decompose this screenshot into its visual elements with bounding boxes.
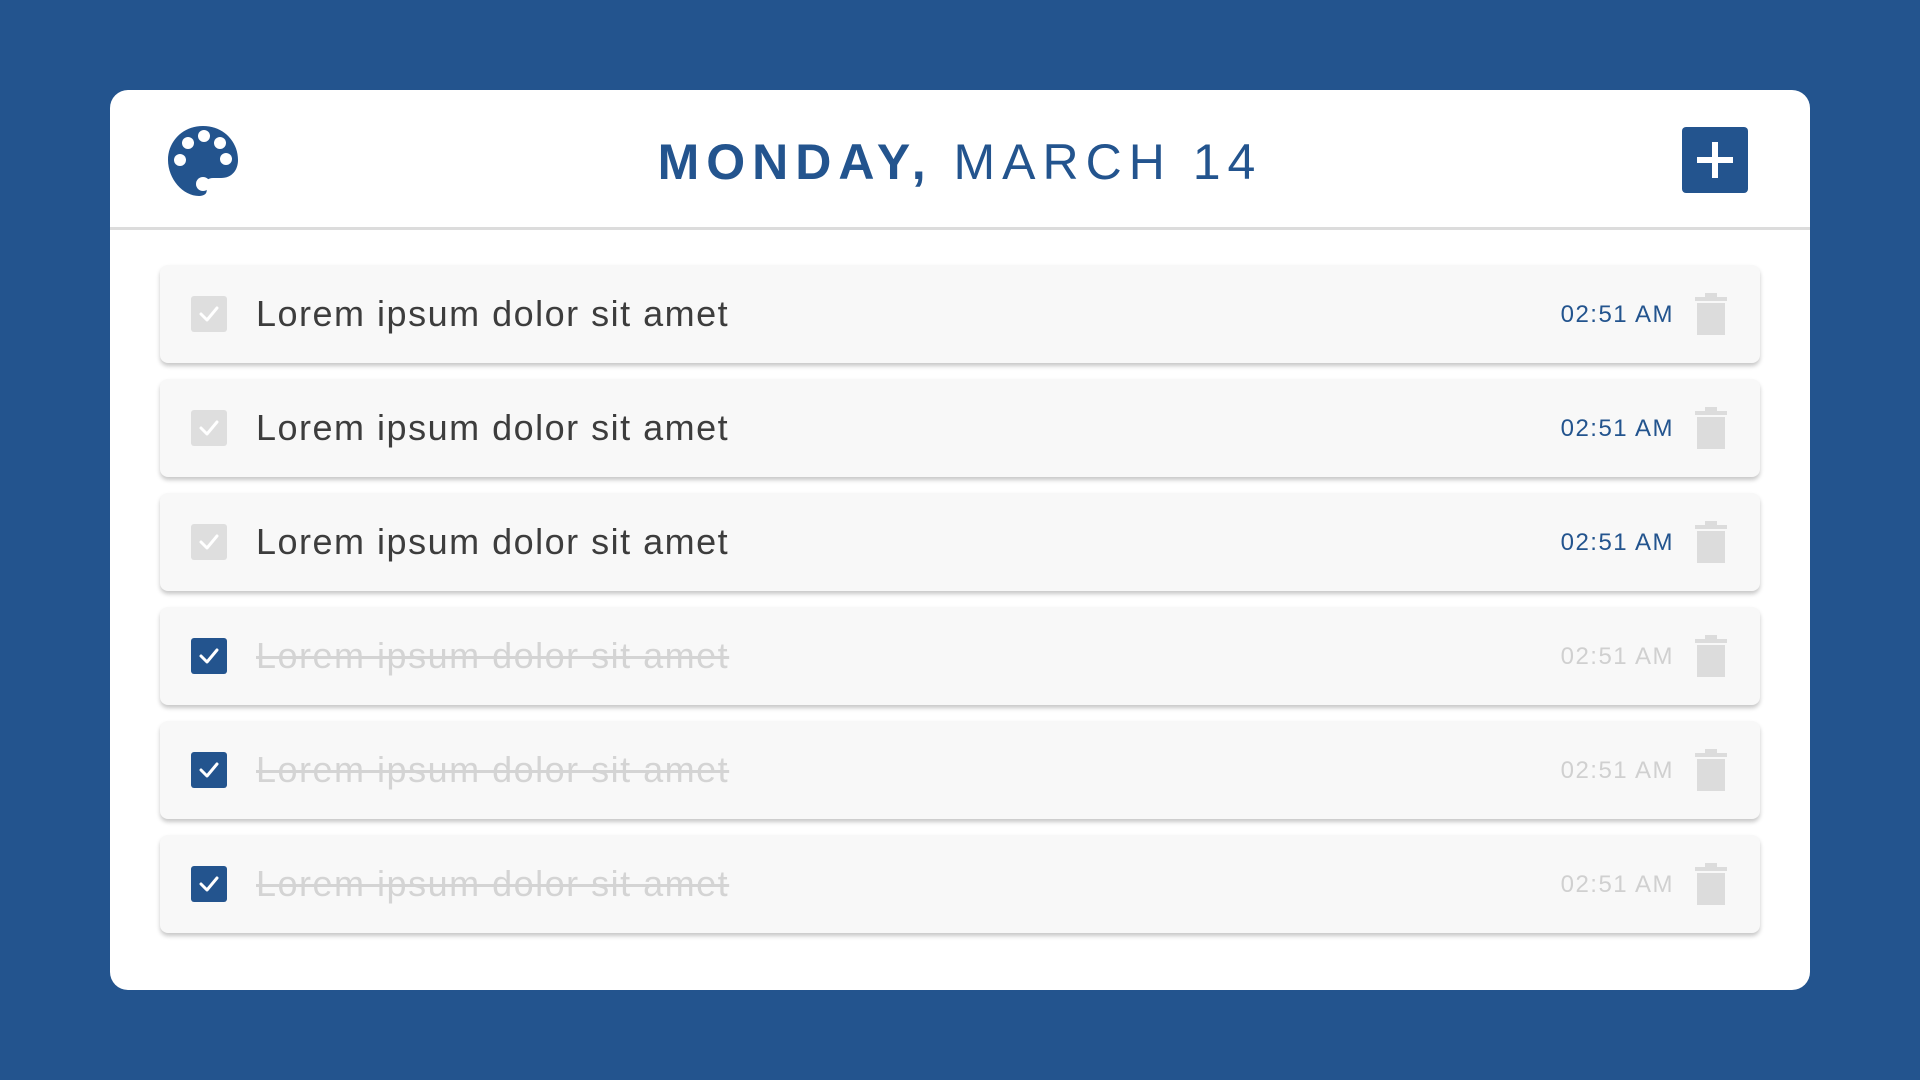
trash-icon[interactable] bbox=[1694, 407, 1728, 449]
task-checkbox[interactable] bbox=[191, 296, 227, 332]
task-text: Lorem ipsum dolor sit amet bbox=[256, 863, 730, 904]
task-time: 02:51 AM bbox=[1560, 301, 1674, 328]
title-date: MARCH 14 bbox=[953, 134, 1263, 190]
checkmark-icon bbox=[199, 762, 219, 778]
task-checkbox[interactable] bbox=[191, 410, 227, 446]
task-checkbox[interactable] bbox=[191, 638, 227, 674]
task-row[interactable]: Lorem ipsum dolor sit amet 02:51 AM bbox=[160, 379, 1760, 477]
plus-icon bbox=[1697, 142, 1733, 178]
task-text: Lorem ipsum dolor sit amet bbox=[256, 293, 730, 334]
task-checkbox[interactable] bbox=[191, 752, 227, 788]
task-checkbox[interactable] bbox=[191, 866, 227, 902]
trash-icon[interactable] bbox=[1694, 293, 1728, 335]
checkmark-icon bbox=[199, 420, 219, 436]
task-text: Lorem ipsum dolor sit amet bbox=[256, 749, 730, 790]
task-row[interactable]: Lorem ipsum dolor sit amet 02:51 AM bbox=[160, 493, 1760, 591]
trash-icon[interactable] bbox=[1694, 749, 1728, 791]
task-time: 02:51 AM bbox=[1560, 643, 1674, 670]
task-time: 02:51 AM bbox=[1560, 757, 1674, 784]
task-time: 02:51 AM bbox=[1560, 871, 1674, 898]
checkmark-icon bbox=[199, 534, 219, 550]
title-day: MONDAY, bbox=[657, 134, 933, 190]
checkmark-icon bbox=[199, 648, 219, 664]
task-list: Lorem ipsum dolor sit amet 02:51 AM Lorem … bbox=[160, 265, 1760, 949]
checkmark-icon bbox=[199, 306, 219, 322]
task-row[interactable]: Lorem ipsum dolor sit amet 02:51 AM bbox=[160, 265, 1760, 363]
task-text: Lorem ipsum dolor sit amet bbox=[256, 635, 730, 676]
page-title: MONDAY, MARCH 14 bbox=[110, 134, 1810, 190]
trash-icon[interactable] bbox=[1694, 521, 1728, 563]
task-checkbox[interactable] bbox=[191, 524, 227, 560]
header: MONDAY, MARCH 14 bbox=[110, 90, 1810, 230]
task-text: Lorem ipsum dolor sit amet bbox=[256, 407, 730, 448]
add-task-button[interactable] bbox=[1682, 127, 1748, 193]
checkmark-icon bbox=[199, 876, 219, 892]
task-row[interactable]: Lorem ipsum dolor sit amet 02:51 AM bbox=[160, 607, 1760, 705]
todo-card: MONDAY, MARCH 14 Lorem ipsum dolor sit a… bbox=[110, 90, 1810, 990]
task-text: Lorem ipsum dolor sit amet bbox=[256, 521, 730, 562]
trash-icon[interactable] bbox=[1694, 635, 1728, 677]
task-time: 02:51 AM bbox=[1560, 529, 1674, 556]
trash-icon[interactable] bbox=[1694, 863, 1728, 905]
task-time: 02:51 AM bbox=[1560, 415, 1674, 442]
task-row[interactable]: Lorem ipsum dolor sit amet 02:51 AM bbox=[160, 721, 1760, 819]
task-row[interactable]: Lorem ipsum dolor sit amet 02:51 AM bbox=[160, 835, 1760, 933]
